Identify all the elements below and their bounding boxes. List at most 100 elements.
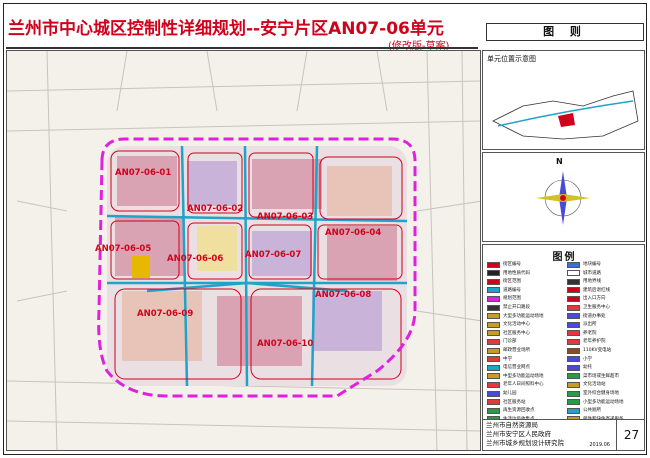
north-arrow-icon	[536, 171, 590, 225]
legend-symbol	[487, 390, 500, 397]
legend-label: 电信营业网点	[503, 365, 530, 371]
legend-label: 大型多功能运动场地	[503, 313, 544, 319]
legend-label: 110KV变电站	[583, 348, 612, 353]
legend-item: 小学	[567, 356, 592, 363]
legend-symbol	[567, 373, 580, 380]
unit-label-05: AN07-06-05	[95, 244, 151, 254]
legend-item: 菜市场或生鲜超市	[567, 373, 619, 380]
legend-item: 禁止开口路段	[487, 304, 530, 311]
legend-symbol	[487, 278, 500, 285]
legend-symbol	[487, 321, 500, 328]
legend-label: 小学	[583, 356, 592, 362]
legend-symbol	[567, 364, 580, 371]
legend-label: 小型多功能运动场地	[583, 399, 624, 405]
page-number: 27	[616, 420, 646, 450]
unit-label-10: AN07-06-10	[257, 339, 313, 349]
legend-label: 卫生服务中心	[583, 305, 610, 310]
legend-item: 养老院	[567, 330, 597, 337]
unit-label-09: AN07-06-09	[137, 309, 193, 319]
drawing-label: 图 则	[486, 23, 644, 41]
legend-item: 小型多功能运动场地	[567, 399, 624, 406]
legend-item: 门诊部	[487, 338, 517, 345]
legend-label: 出入口方向	[583, 296, 606, 302]
legend-item: 规划范围	[487, 295, 521, 302]
legend-symbol	[567, 304, 580, 311]
north-arrow-box: N	[482, 152, 645, 242]
legend-label: 文化活动中心	[503, 322, 530, 328]
legend-symbol	[567, 295, 580, 302]
legend-symbol	[567, 261, 580, 268]
legend-symbol	[567, 270, 580, 277]
legend-item: 文化活动站	[567, 381, 606, 388]
legend-item: 用地性质代码	[487, 270, 530, 277]
legend-label: 规划范围	[503, 296, 521, 302]
unit-label-02: AN07-06-02	[187, 204, 243, 214]
blocks-fill	[107, 146, 407, 386]
legend-item: 邮政营业场所	[487, 347, 530, 354]
legend-item: 街区编号	[487, 261, 521, 268]
legend-symbol	[487, 304, 500, 311]
legend-label: 门诊部	[503, 339, 517, 345]
legend-label: 街区编号	[503, 262, 521, 267]
legend-label: 街区范围	[503, 279, 521, 285]
inset-title: 单元位置示意图	[487, 55, 536, 63]
legend-symbol	[487, 407, 500, 414]
legend-label: 中学	[503, 356, 512, 362]
legend-symbol	[567, 399, 580, 406]
legend-symbol	[567, 356, 580, 363]
legend-item: 电信营业网点	[487, 364, 530, 371]
map-panel[interactable]: AN07-06-01 AN07-06-02 AN07-06-03 AN07-06…	[6, 50, 481, 451]
legend-label: 幼托	[583, 365, 592, 371]
legend-item: 派出所	[567, 321, 597, 328]
legend-label: 老年养护院	[583, 339, 606, 345]
legend-label: 养老院	[583, 330, 597, 336]
legend-item: 地块编号	[567, 261, 601, 268]
legend-symbol	[487, 381, 500, 388]
legend-symbol	[487, 270, 500, 277]
legend-item: 街道办事处	[567, 313, 606, 320]
unit-label-08: AN07-06-08	[315, 290, 371, 300]
legend-symbol	[567, 330, 580, 337]
legend-label: 建筑后退红线	[583, 287, 610, 293]
footer-org-2: 兰州市安宁区人民政府	[486, 430, 551, 438]
legend-label: 城市道路	[583, 270, 601, 276]
legend-item: 文化活动中心	[487, 321, 530, 328]
legend-symbol	[567, 407, 580, 414]
legend-symbol	[487, 347, 500, 354]
plan-map[interactable]: AN07-06-01 AN07-06-02 AN07-06-03 AN07-06…	[7, 51, 481, 451]
legend-label: 老年人日间照料中心	[503, 382, 544, 388]
legend-symbol	[567, 313, 580, 320]
legend-item: 出入口方向	[567, 295, 606, 302]
page-title: 兰州市中心城区控制性详细规划--安宁片区AN07-06单元	[8, 19, 444, 39]
legend-item: 幼儿园	[487, 390, 517, 397]
legend-item: 再生资源回收点	[487, 407, 535, 414]
footer-date: 2019.06	[589, 442, 610, 448]
title-rule	[6, 47, 478, 49]
legend-label: 地块编号	[583, 262, 601, 267]
legend-item: 社区服务站	[487, 399, 526, 406]
legend-item: 街区范围	[487, 278, 521, 285]
legend-label: 社区服务中心	[503, 330, 530, 336]
legend-label: 派出所	[583, 322, 597, 328]
legend-symbol	[567, 321, 580, 328]
legend-symbol	[567, 381, 580, 388]
inset-highlight	[558, 113, 575, 127]
legend-label: 幼儿园	[503, 391, 517, 396]
unit-label-03: AN07-06-03	[257, 212, 313, 222]
legend-item: 大型多功能运动场地	[487, 313, 544, 320]
legend-symbol	[487, 313, 500, 320]
legend-symbol	[567, 390, 580, 397]
footer-box: 兰州市自然资源局 兰州市安宁区人民政府 兰州市城乡规划设计研究院 2019.06…	[482, 419, 645, 451]
legend-item: 中型多功能运动场地	[487, 373, 544, 380]
legend-label: 公共厕所	[583, 408, 601, 414]
footer-org-1: 兰州市自然资源局	[486, 421, 538, 429]
location-inset: 单元位置示意图	[482, 50, 645, 150]
legend-symbol	[487, 364, 500, 371]
legend-label: 中型多功能运动场地	[503, 373, 544, 379]
legend-label: 用地性质代码	[503, 270, 530, 276]
legend-item: 室外综合健身场地	[567, 390, 619, 397]
legend-item: 社区服务中心	[487, 330, 530, 337]
legend-symbol	[487, 356, 500, 363]
unit-label-06: AN07-06-06	[167, 254, 223, 264]
legend-label: 禁止开口路段	[503, 305, 530, 310]
